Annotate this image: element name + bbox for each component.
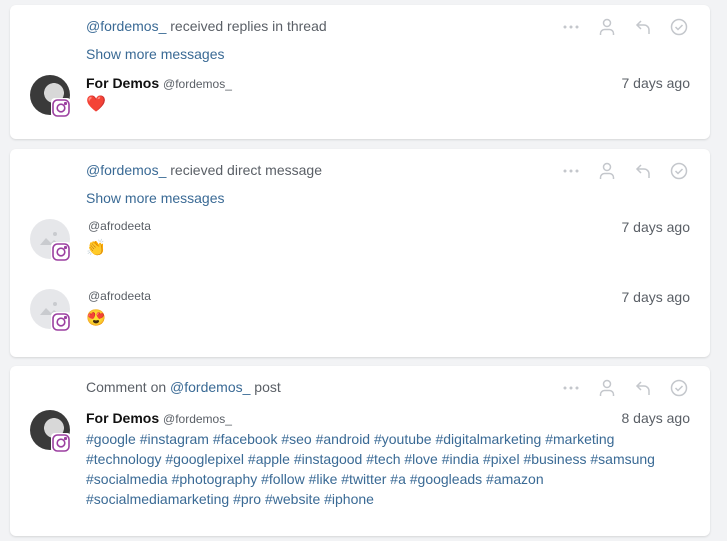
title-text: post <box>250 379 281 395</box>
resolve-check-icon[interactable] <box>670 162 688 180</box>
assign-user-icon[interactable] <box>598 162 616 180</box>
message-content: 😍 <box>86 310 106 327</box>
author-name: For Demos @fordemos_ <box>86 75 232 91</box>
card-title: @fordemos_ received replies in thread <box>86 18 327 34</box>
show-more-messages-link[interactable]: Show more messages <box>86 46 225 62</box>
card-actions <box>562 18 688 36</box>
show-more-messages-link[interactable]: Show more messages <box>86 190 225 206</box>
assign-user-icon[interactable] <box>598 18 616 36</box>
title-prefix: Comment on <box>86 379 171 395</box>
reply-icon[interactable] <box>634 162 652 180</box>
more-icon[interactable] <box>562 162 580 180</box>
direct-message-card: @fordemos_ recieved direct message Show … <box>10 149 710 357</box>
reply-icon[interactable] <box>634 18 652 36</box>
instagram-icon <box>51 98 71 118</box>
comment-card: Comment on @fordemos_ post For Demos @fo… <box>10 366 710 536</box>
thread-card: @fordemos_ received replies in thread Sh… <box>10 5 710 139</box>
author-name: For Demos @fordemos_ <box>86 410 232 426</box>
card-actions <box>562 162 688 180</box>
card-title: Comment on @fordemos_ post <box>86 379 281 395</box>
resolve-check-icon[interactable] <box>670 379 688 397</box>
author-handle: @fordemos_ <box>163 412 232 426</box>
timestamp: 7 days ago <box>621 75 691 91</box>
author-handle: @fordemos_ <box>163 77 232 91</box>
title-text: received replies in thread <box>166 18 327 34</box>
resolve-check-icon[interactable] <box>670 18 688 36</box>
mention-link[interactable]: @fordemos_ <box>170 379 250 395</box>
mention-link[interactable]: @fordemos_ <box>86 162 166 178</box>
instagram-icon <box>51 312 71 332</box>
card-actions <box>562 379 688 397</box>
author-handle: @afrodeeta <box>88 289 151 303</box>
instagram-icon <box>51 242 71 262</box>
more-icon[interactable] <box>562 379 580 397</box>
comment-hashtags: #google #instagram #facebook #seo #andro… <box>86 431 655 507</box>
card-title: @fordemos_ recieved direct message <box>86 162 322 178</box>
author-display-name: For Demos <box>86 75 160 91</box>
author-display-name: For Demos <box>86 410 160 426</box>
more-icon[interactable] <box>562 18 580 36</box>
message-content: ❤️ <box>86 96 106 113</box>
assign-user-icon[interactable] <box>598 379 616 397</box>
title-text: recieved direct message <box>166 162 322 178</box>
timestamp: 8 days ago <box>621 410 691 426</box>
mention-link[interactable]: @fordemos_ <box>86 18 166 34</box>
instagram-icon <box>51 433 71 453</box>
timestamp: 7 days ago <box>621 219 691 235</box>
message-content: 👏 <box>86 240 106 257</box>
author-handle: @afrodeeta <box>88 219 151 233</box>
reply-icon[interactable] <box>634 379 652 397</box>
timestamp: 7 days ago <box>621 289 691 305</box>
